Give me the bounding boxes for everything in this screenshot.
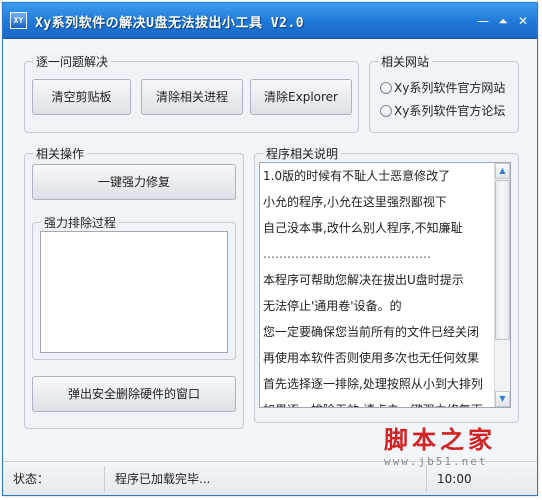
scroll-up-icon[interactable]: ▲ — [495, 163, 510, 179]
description-line: 自己没本事,改什么别人程序,不知廉耻 — [263, 221, 463, 235]
official-site-label: Xy系列软件官方网站 — [394, 81, 506, 95]
description-line: 再使用本软件否则使用多次也无任何效果 — [263, 351, 480, 365]
window-title: Xy系列软件の解决U盘无法拔出小工具 V2.0 — [35, 16, 305, 31]
radio-button-icon[interactable] — [380, 81, 392, 94]
eject-hardware-button[interactable]: 弹出安全删除硬件的窗口 — [32, 376, 236, 412]
vertical-scrollbar[interactable]: ▲ ▼ — [494, 163, 510, 407]
force-repair-button[interactable]: 一键强力修复 — [32, 164, 236, 200]
status-message: 程序已加载完毕... — [107, 466, 427, 492]
radio-button-icon[interactable] — [380, 104, 392, 117]
official-site-radio[interactable]: Xy系列软件官方网站 — [380, 79, 505, 97]
minimize-button[interactable]: — — [475, 13, 491, 29]
status-label: 状态： — [5, 466, 105, 492]
description-group-legend: 程序相关说明 — [263, 145, 342, 162]
description-line: 小允的程序,小允在这里强烈鄙视下 — [263, 195, 447, 209]
process-group-legend: 强力排除过程 — [41, 214, 120, 231]
description-lines: 1.0版的时候有不耻人士恶意修改了 小允的程序,小允在这里强烈鄙视下 自己没本事… — [263, 165, 492, 407]
app-icon: XY — [10, 12, 27, 29]
description-line: 无法停止'通用卷'设备。的 — [263, 299, 402, 313]
description-line: 本程序可帮助您解决在拔出U盘时提示 — [263, 273, 464, 287]
watermark-logo-text: 脚本之家 — [384, 425, 496, 454]
clear-explorer-button[interactable]: 清除Explorer — [250, 79, 352, 115]
close-button[interactable]: ✕ — [515, 13, 531, 29]
operations-group: 相关操作 一键强力修复 强力排除过程 弹出安全删除硬件的窗口 — [24, 145, 244, 429]
description-line: …………………………………… — [263, 247, 431, 261]
links-group: 相关网站 Xy系列软件官方网站 Xy系列软件官方论坛 — [369, 53, 519, 133]
description-line: 您一定要确保您当前所有的文件已经关闭 — [263, 325, 480, 339]
operations-group-legend: 相关操作 — [33, 145, 88, 162]
scroll-down-icon[interactable]: ▼ — [495, 391, 510, 407]
description-line: 首先选择逐一排除,处理按照从小到大排列 — [263, 377, 483, 391]
watermark-url: www.jb51.net — [384, 455, 488, 468]
description-textarea[interactable]: 1.0版的时候有不耻人士恶意修改了 小允的程序,小允在这里强烈鄙视下 自己没本事… — [259, 162, 511, 408]
official-forum-label: Xy系列软件官方论坛 — [394, 104, 506, 118]
process-group: 强力排除过程 — [32, 214, 236, 360]
links-group-legend: 相关网站 — [378, 53, 433, 70]
problem-group-legend: 逐一问题解决 — [33, 53, 112, 70]
description-line: 如果逐一排除无效,请点击一键强力修复下 — [263, 399, 492, 407]
description-line: 1.0版的时候有不耻人士恶意修改了 — [263, 169, 451, 183]
title-bar[interactable]: XY Xy系列软件の解决U盘无法拔出小工具 V2.0 — ⏶ ✕ — [3, 3, 537, 39]
problem-group: 逐一问题解决 清空剪贴板 清除相关进程 清除Explorer — [24, 53, 359, 133]
restore-button[interactable]: ⏶ — [495, 13, 511, 29]
scroll-thumb[interactable] — [495, 180, 510, 340]
clear-processes-button[interactable]: 清除相关进程 — [141, 79, 243, 115]
description-group: 程序相关说明 1.0版的时候有不耻人士恶意修改了 小允的程序,小允在这里强烈鄙视… — [254, 145, 519, 423]
process-log-box[interactable] — [40, 231, 228, 353]
official-forum-radio[interactable]: Xy系列软件官方论坛 — [380, 102, 505, 120]
clear-clipboard-button[interactable]: 清空剪贴板 — [32, 79, 131, 115]
watermark-logo: 脚本之家 www.jb51.net — [384, 420, 514, 474]
